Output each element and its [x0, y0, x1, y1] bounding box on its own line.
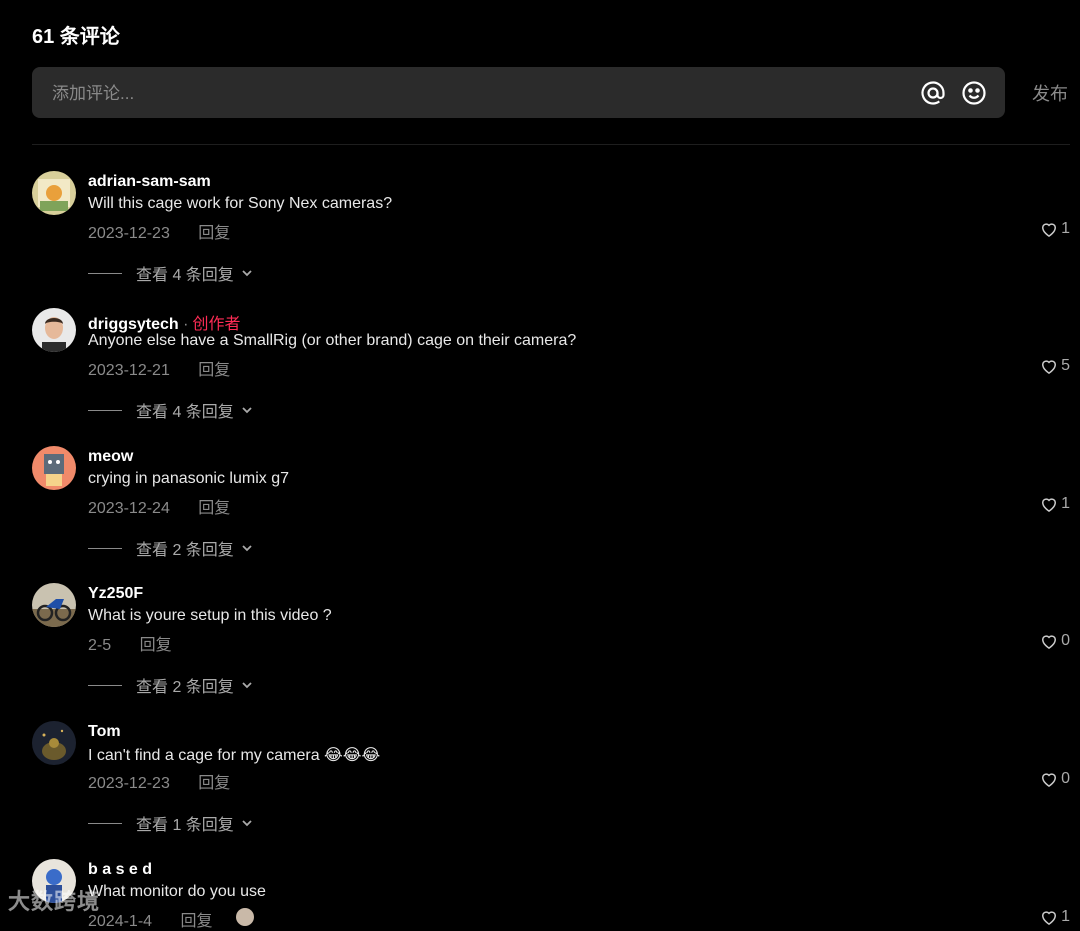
avatar[interactable] — [32, 308, 76, 352]
comment-date: 2023-12-23 — [88, 775, 170, 792]
comment-meta: 2024-1-4 回复 — [88, 907, 213, 931]
comment-username[interactable]: b a s e d — [88, 861, 152, 879]
view-replies-button[interactable]: 查看 2 条回复 — [88, 536, 254, 560]
comment-item: adrian-sam-sam Will this cage work for S… — [0, 171, 1080, 301]
view-replies-label: 查看 4 条回复 — [136, 404, 234, 421]
creator-liked-avatar — [236, 908, 254, 926]
avatar[interactable] — [32, 721, 76, 765]
reply-button[interactable]: 回复 — [198, 500, 230, 517]
like-count: 1 — [1061, 908, 1070, 925]
reply-button[interactable]: 回复 — [198, 225, 230, 242]
comment-meta: 2023-12-24 回复 — [88, 494, 230, 518]
chevron-down-icon — [242, 270, 252, 277]
chevron-down-icon — [242, 820, 252, 827]
like-button[interactable]: 1 — [1039, 907, 1070, 927]
avatar[interactable] — [32, 583, 76, 627]
comment-date: 2023-12-23 — [88, 225, 170, 242]
comment-text: Will this cage work for Sony Nex cameras… — [88, 195, 393, 212]
comment-username[interactable]: adrian-sam-sam — [88, 173, 211, 191]
comment-username[interactable]: Tom — [88, 723, 121, 741]
like-button[interactable]: 5 — [1039, 356, 1070, 376]
comment-meta: 2023-12-21 回复 — [88, 356, 230, 380]
divider-line — [88, 684, 122, 686]
view-replies-label: 查看 1 条回复 — [136, 817, 234, 834]
chevron-down-icon — [242, 407, 252, 414]
comment-composer — [32, 67, 1005, 120]
like-count: 1 — [1061, 220, 1070, 237]
comment-date: 2023-12-24 — [88, 500, 170, 517]
view-replies-button[interactable]: 查看 4 条回复 — [88, 398, 254, 422]
at-sign-icon[interactable] — [920, 80, 946, 106]
divider-line — [88, 272, 122, 274]
comment-text: crying in panasonic lumix g7 — [88, 470, 289, 487]
view-replies-label: 查看 2 条回复 — [136, 679, 234, 696]
comment-item: Yz250F What is youre setup in this video… — [0, 583, 1080, 713]
comment-text: What monitor do you use — [88, 883, 266, 900]
like-button[interactable]: 0 — [1039, 769, 1070, 789]
heart-icon — [1042, 911, 1057, 925]
comment-username[interactable]: driggsytech · 创作者 — [88, 310, 240, 334]
avatar[interactable] — [32, 446, 76, 490]
chevron-down-icon — [242, 545, 252, 552]
comment-username[interactable]: meow — [88, 448, 133, 466]
comment-username[interactable]: Yz250F — [88, 585, 143, 603]
view-replies-label: 查看 2 条回复 — [136, 542, 234, 559]
comment-meta: 2023-12-23 回复 — [88, 219, 230, 243]
comment-text: Anyone else have a SmallRig (or other br… — [88, 332, 577, 349]
avatar[interactable] — [32, 171, 76, 215]
comment-date: 2-5 — [88, 637, 112, 654]
watermark: 大数跨境 — [8, 889, 101, 914]
chevron-down-icon — [242, 682, 252, 689]
reply-button[interactable]: 回复 — [181, 913, 213, 930]
like-count: 5 — [1061, 357, 1070, 374]
divider-line — [88, 409, 122, 411]
comment-text: What is youre setup in this video ? — [88, 607, 332, 624]
view-replies-label: 查看 4 条回复 — [136, 267, 234, 284]
like-count: 1 — [1061, 495, 1070, 512]
comment-meta: 2023-12-23 回复 — [88, 769, 230, 793]
reply-button[interactable]: 回复 — [140, 637, 172, 654]
view-replies-button[interactable]: 查看 2 条回复 — [88, 673, 254, 697]
like-button[interactable]: 1 — [1039, 219, 1070, 239]
heart-icon — [1042, 773, 1057, 787]
comment-input[interactable] — [50, 67, 914, 120]
smiley-icon[interactable] — [961, 80, 987, 106]
divider-line — [88, 547, 122, 549]
heart-icon — [1042, 360, 1057, 374]
view-replies-button[interactable]: 查看 1 条回复 — [88, 811, 254, 835]
comment-item: driggsytech · 创作者 Anyone else have a Smal… — [0, 308, 1080, 438]
like-count: 0 — [1061, 770, 1070, 787]
reply-button[interactable]: 回复 — [198, 362, 230, 379]
comment-item: Tom I can't find a cage for my camera 😂😂… — [0, 721, 1080, 851]
comment-date: 2023-12-21 — [88, 362, 170, 379]
view-replies-button[interactable]: 查看 4 条回复 — [88, 261, 254, 285]
comment-item: meow crying in panasonic lumix g7 2023-1… — [0, 446, 1080, 576]
heart-icon — [1042, 223, 1057, 237]
heart-icon — [1042, 498, 1057, 512]
comments-count-title: 61 条评论 — [32, 26, 120, 48]
like-button[interactable]: 1 — [1039, 494, 1070, 514]
creator-badge: 创作者 — [192, 316, 241, 333]
like-button[interactable]: 0 — [1039, 631, 1070, 651]
comment-text: I can't find a cage for my camera 😂😂😂 — [88, 747, 381, 764]
divider — [32, 144, 1070, 145]
like-count: 0 — [1061, 632, 1070, 649]
comment-meta: 2-5 回复 — [88, 631, 172, 655]
divider-line — [88, 822, 122, 824]
username-text[interactable]: driggsytech — [88, 316, 179, 333]
reply-button[interactable]: 回复 — [198, 775, 230, 792]
comment-item: b a s e d What monitor do you use 2024-1… — [0, 859, 1080, 930]
separator-dot: · — [178, 316, 189, 333]
post-button[interactable]: 发布 — [1032, 80, 1068, 106]
heart-icon — [1042, 635, 1057, 649]
